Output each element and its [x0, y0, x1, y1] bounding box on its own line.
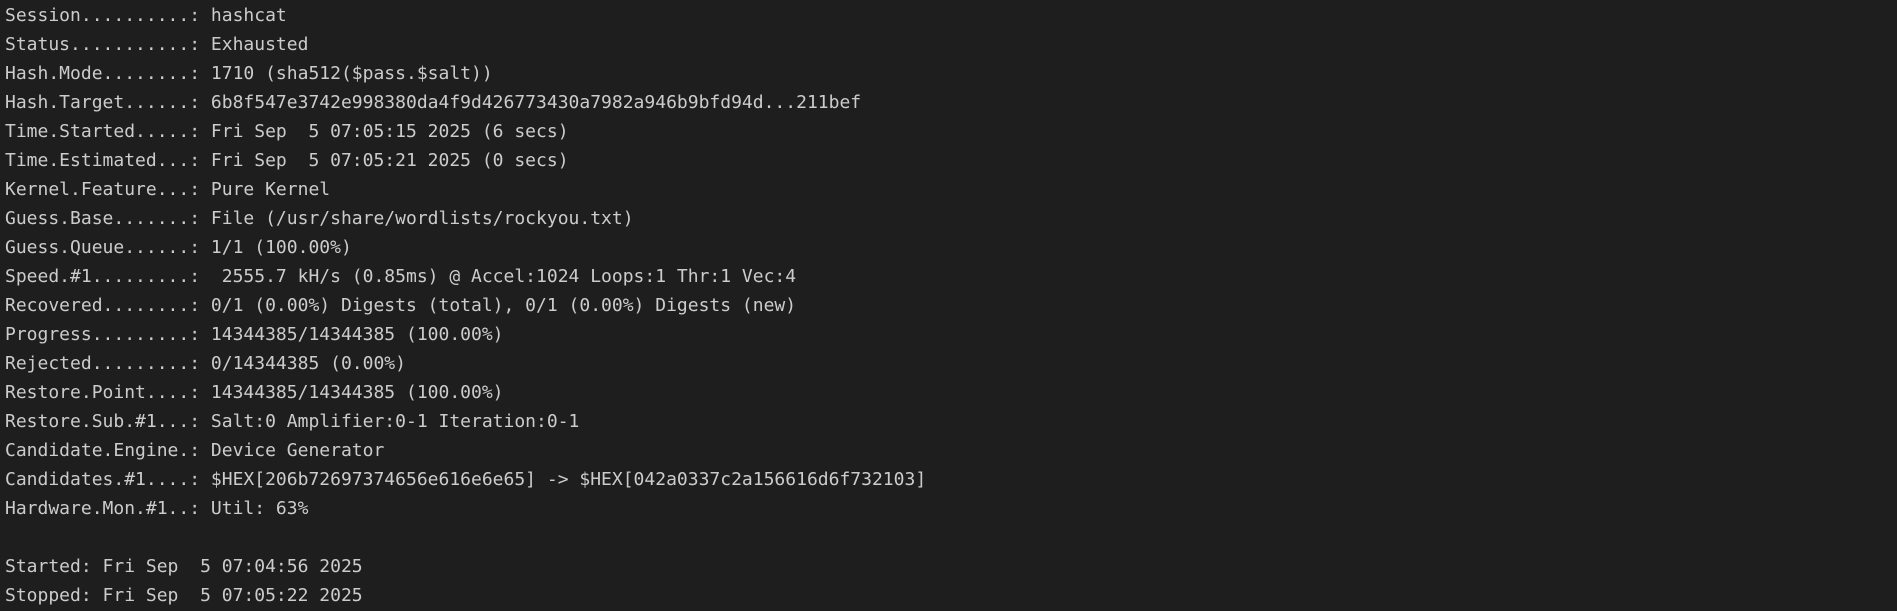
status-value: 1/1 (100.00%) [200, 237, 352, 258]
status-key: Guess.Queue......: [5, 237, 201, 258]
started-line: Started: Fri Sep 5 07:04:56 2025 [5, 556, 363, 577]
status-key: Speed.#1.........: [5, 266, 201, 287]
status-value: hashcat [200, 5, 287, 26]
status-line-hash-mode: Hash.Mode........: 1710 (sha512($pass.$s… [0, 59, 1897, 88]
status-key: Restore.Point....: [5, 382, 201, 403]
status-value: Util: 63% [200, 498, 309, 519]
status-line-session: Session..........: hashcat [0, 1, 1897, 30]
status-key: Session..........: [5, 5, 201, 26]
status-value: 14344385/14344385 (100.00%) [200, 324, 504, 345]
status-line-time-started: Time.Started.....: Fri Sep 5 07:05:15 20… [0, 117, 1897, 146]
status-key: Hash.Mode........: [5, 63, 201, 84]
status-key: Status...........: [5, 34, 201, 55]
status-line-status: Status...........: Exhausted [0, 30, 1897, 59]
status-value: Fri Sep 5 07:05:21 2025 (0 secs) [200, 150, 569, 171]
status-value: 0/14344385 (0.00%) [200, 353, 406, 374]
status-line-recovered: Recovered........: 0/1 (0.00%) Digests (… [0, 291, 1897, 320]
status-value: $HEX[206b72697374656e616e6e65] -> $HEX[0… [200, 469, 927, 490]
status-key: Rejected.........: [5, 353, 201, 374]
status-key: Kernel.Feature...: [5, 179, 201, 200]
status-value: 0/1 (0.00%) Digests (total), 0/1 (0.00%)… [200, 295, 797, 316]
status-value: 6b8f547e3742e998380da4f9d426773430a7982a… [200, 92, 862, 113]
status-key: Restore.Sub.#1...: [5, 411, 201, 432]
status-line-kernel-feature: Kernel.Feature...: Pure Kernel [0, 175, 1897, 204]
status-key: Progress.........: [5, 324, 201, 345]
status-value: Salt:0 Amplifier:0-1 Iteration:0-1 [200, 411, 580, 432]
stopped-line: Stopped: Fri Sep 5 07:05:22 2025 [5, 585, 363, 606]
status-key: Hash.Target......: [5, 92, 201, 113]
status-key: Time.Started.....: [5, 121, 201, 142]
status-value: 2555.7 kH/s (0.85ms) @ Accel:1024 Loops:… [200, 266, 797, 287]
status-key: Guess.Base.......: [5, 208, 201, 229]
status-line-hash-target: Hash.Target......: 6b8f547e3742e998380da… [0, 88, 1897, 117]
status-key: Candidates.#1....: [5, 469, 201, 490]
status-line-hardware-mon: Hardware.Mon.#1..: Util: 63% [0, 494, 1897, 523]
status-value: Device Generator [200, 440, 385, 461]
status-value: Fri Sep 5 07:05:15 2025 (6 secs) [200, 121, 569, 142]
status-key: Recovered........: [5, 295, 201, 316]
status-value: 14344385/14344385 (100.00%) [200, 382, 504, 403]
status-line-restore-sub: Restore.Sub.#1...: Salt:0 Amplifier:0-1 … [0, 407, 1897, 436]
terminal-output: Session..........: hashcat Status.......… [0, 0, 1897, 611]
status-line-rejected: Rejected.........: 0/14344385 (0.00%) [0, 349, 1897, 378]
status-key: Time.Estimated...: [5, 150, 201, 171]
status-line-speed: Speed.#1.........: 2555.7 kH/s (0.85ms) … [0, 262, 1897, 291]
status-value: File (/usr/share/wordlists/rockyou.txt) [200, 208, 634, 229]
status-key: Hardware.Mon.#1..: [5, 498, 201, 519]
status-value: Pure Kernel [200, 179, 331, 200]
status-line-guess-base: Guess.Base.......: File (/usr/share/word… [0, 204, 1897, 233]
status-line-progress: Progress.........: 14344385/14344385 (10… [0, 320, 1897, 349]
status-line-candidates: Candidates.#1....: $HEX[206b72697374656e… [0, 465, 1897, 494]
status-line-time-estimated: Time.Estimated...: Fri Sep 5 07:05:21 20… [0, 146, 1897, 175]
status-key: Candidate.Engine.: [5, 440, 201, 461]
status-line-candidate-engine: Candidate.Engine.: Device Generator [0, 436, 1897, 465]
status-line-guess-queue: Guess.Queue......: 1/1 (100.00%) [0, 233, 1897, 262]
status-value: 1710 (sha512($pass.$salt)) [200, 63, 493, 84]
status-value: Exhausted [200, 34, 309, 55]
status-line-restore-point: Restore.Point....: 14344385/14344385 (10… [0, 378, 1897, 407]
